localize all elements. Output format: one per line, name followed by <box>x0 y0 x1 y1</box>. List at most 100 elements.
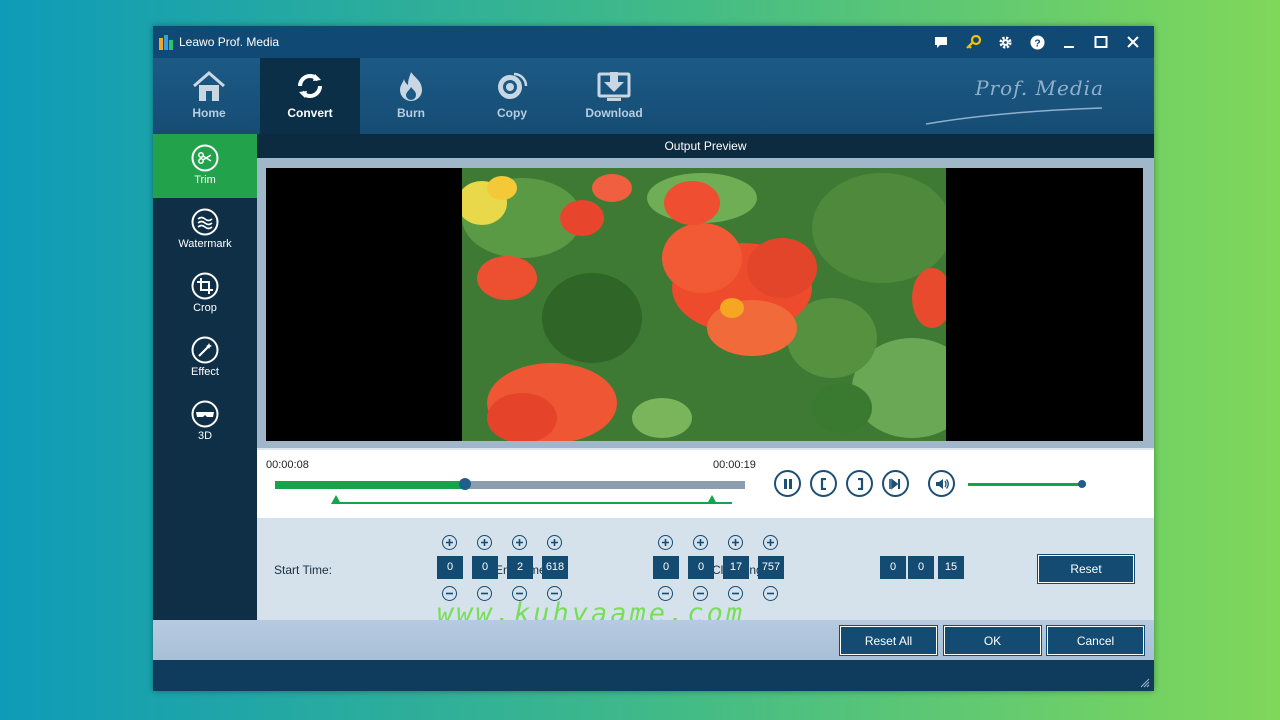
start-time-field[interactable]: 0 <box>472 556 498 579</box>
plus-icon[interactable] <box>693 535 708 550</box>
sidebar-item-label: Watermark <box>178 238 232 250</box>
status-bar <box>153 660 1154 691</box>
effect-icon <box>191 336 219 364</box>
plus-icon[interactable] <box>442 535 457 550</box>
svg-text:?: ? <box>1034 38 1040 49</box>
brand-swoosh <box>925 107 1103 125</box>
toolbar-burn[interactable]: Burn <box>361 58 461 134</box>
clip-time-field: 15 <box>938 556 964 579</box>
toolbar-convert[interactable]: Convert <box>260 58 360 134</box>
trim-range-line <box>337 502 732 504</box>
gear-icon[interactable] <box>992 32 1018 52</box>
disc-icon <box>498 72 528 99</box>
window-title: Leawo Prof. Media <box>179 35 280 49</box>
sidebar-item-label: 3D <box>197 430 213 442</box>
title-bar: Leawo Prof. Media ? <box>153 26 1154 58</box>
home-icon <box>193 71 225 101</box>
start-time-label: Start Time: <box>274 563 333 577</box>
sidebar-item-effect[interactable]: Effect <box>153 326 257 390</box>
minimize-icon[interactable] <box>1056 32 1082 52</box>
video-player[interactable] <box>266 168 1143 441</box>
sidebar-item-3d[interactable]: 3D <box>153 390 257 454</box>
fire-icon <box>400 72 422 101</box>
end-time-field[interactable]: 17 <box>723 556 749 579</box>
trim-start-marker[interactable] <box>331 495 342 504</box>
maximize-icon[interactable] <box>1088 32 1114 52</box>
toolbar-copy[interactable]: Copy <box>462 58 562 134</box>
3d-glasses-icon <box>191 400 219 428</box>
clip-time-field: 0 <box>880 556 906 579</box>
crop-icon <box>191 272 219 300</box>
bracket-left-icon <box>820 477 826 490</box>
end-time-field[interactable]: 0 <box>688 556 714 579</box>
current-time: 00:00:08 <box>266 459 309 471</box>
toolbar-download[interactable]: Download <box>564 58 664 134</box>
plus-icon[interactable] <box>512 535 527 550</box>
start-time-field[interactable]: 2 <box>507 556 533 579</box>
playback-controls: 00:00:08 00:00:19 <box>257 450 1154 518</box>
plus-icon[interactable] <box>728 535 743 550</box>
help-icon[interactable]: ? <box>1024 32 1050 52</box>
plus-icon[interactable] <box>477 535 492 550</box>
next-frame-button[interactable] <box>882 470 909 497</box>
volume-knob[interactable] <box>1078 480 1087 488</box>
start-time-field[interactable]: 618 <box>542 556 568 579</box>
set-end-button[interactable] <box>846 470 873 497</box>
edit-sidebar: Trim Watermark Crop Effect 3D <box>153 134 257 620</box>
seek-bar[interactable] <box>275 481 745 489</box>
ok-button[interactable]: OK <box>944 626 1041 655</box>
pause-button[interactable] <box>774 470 801 497</box>
toolbar-home[interactable]: Home <box>159 58 259 134</box>
bottom-bar: Reset All OK Cancel <box>153 620 1154 660</box>
feedback-icon[interactable] <box>928 32 954 52</box>
step-forward-icon <box>889 477 900 490</box>
plus-icon[interactable] <box>658 535 673 550</box>
sidebar-item-label: Trim <box>194 174 216 186</box>
toolbar-download-label: Download <box>585 106 643 120</box>
watermark-icon <box>191 208 219 236</box>
speaker-icon <box>935 478 949 489</box>
reset-button[interactable]: Reset <box>1038 555 1134 583</box>
sidebar-item-trim[interactable]: Trim <box>153 134 257 198</box>
download-icon <box>597 72 631 101</box>
resize-grip-icon[interactable] <box>1140 678 1150 688</box>
brand-logo: Prof. Media <box>975 76 1104 100</box>
toolbar-home-label: Home <box>192 106 226 120</box>
video-area <box>257 158 1154 448</box>
volume-slider[interactable] <box>968 483 1086 486</box>
main-toolbar: Home Convert Burn Copy Download Prof. Me… <box>153 58 1154 134</box>
trim-end-marker[interactable] <box>707 495 718 504</box>
start-time-field[interactable]: 0 <box>437 556 463 579</box>
toolbar-copy-label: Copy <box>497 106 527 120</box>
sidebar-item-watermark[interactable]: Watermark <box>153 198 257 262</box>
video-frame-flowers <box>462 168 946 441</box>
reset-all-button[interactable]: Reset All <box>840 626 937 655</box>
plus-icon[interactable] <box>547 535 562 550</box>
app-logo-icon <box>159 35 173 50</box>
sidebar-item-crop[interactable]: Crop <box>153 262 257 326</box>
bracket-right-icon <box>857 477 863 490</box>
total-time: 00:00:19 <box>713 459 756 471</box>
toolbar-convert-label: Convert <box>287 106 333 120</box>
end-time-field[interactable]: 0 <box>653 556 679 579</box>
end-time-field[interactable]: 757 <box>758 556 784 579</box>
sidebar-item-label: Effect <box>191 366 219 378</box>
app-window: Leawo Prof. Media ? Home Convert Burn Co… <box>153 26 1154 691</box>
cancel-button[interactable]: Cancel <box>1047 626 1144 655</box>
volume-button[interactable] <box>928 470 955 497</box>
preview-header: Output Preview <box>257 134 1154 158</box>
set-start-button[interactable] <box>810 470 837 497</box>
minus-icon[interactable] <box>763 586 778 601</box>
key-icon[interactable] <box>960 32 986 52</box>
close-icon[interactable] <box>1120 32 1146 52</box>
plus-icon[interactable] <box>763 535 778 550</box>
main-content: Output Preview 00:00:08 00:00:19 Start T… <box>257 134 1154 629</box>
toolbar-burn-label: Burn <box>397 106 425 120</box>
clip-time-field: 0 <box>908 556 934 579</box>
trim-panel: Start Time: End Time: Clip Length: 00261… <box>257 518 1154 629</box>
seek-bar-fill <box>275 481 466 489</box>
convert-icon <box>298 74 322 98</box>
sidebar-item-label: Crop <box>193 302 217 314</box>
scissors-icon <box>191 144 219 172</box>
pause-icon <box>783 478 792 489</box>
